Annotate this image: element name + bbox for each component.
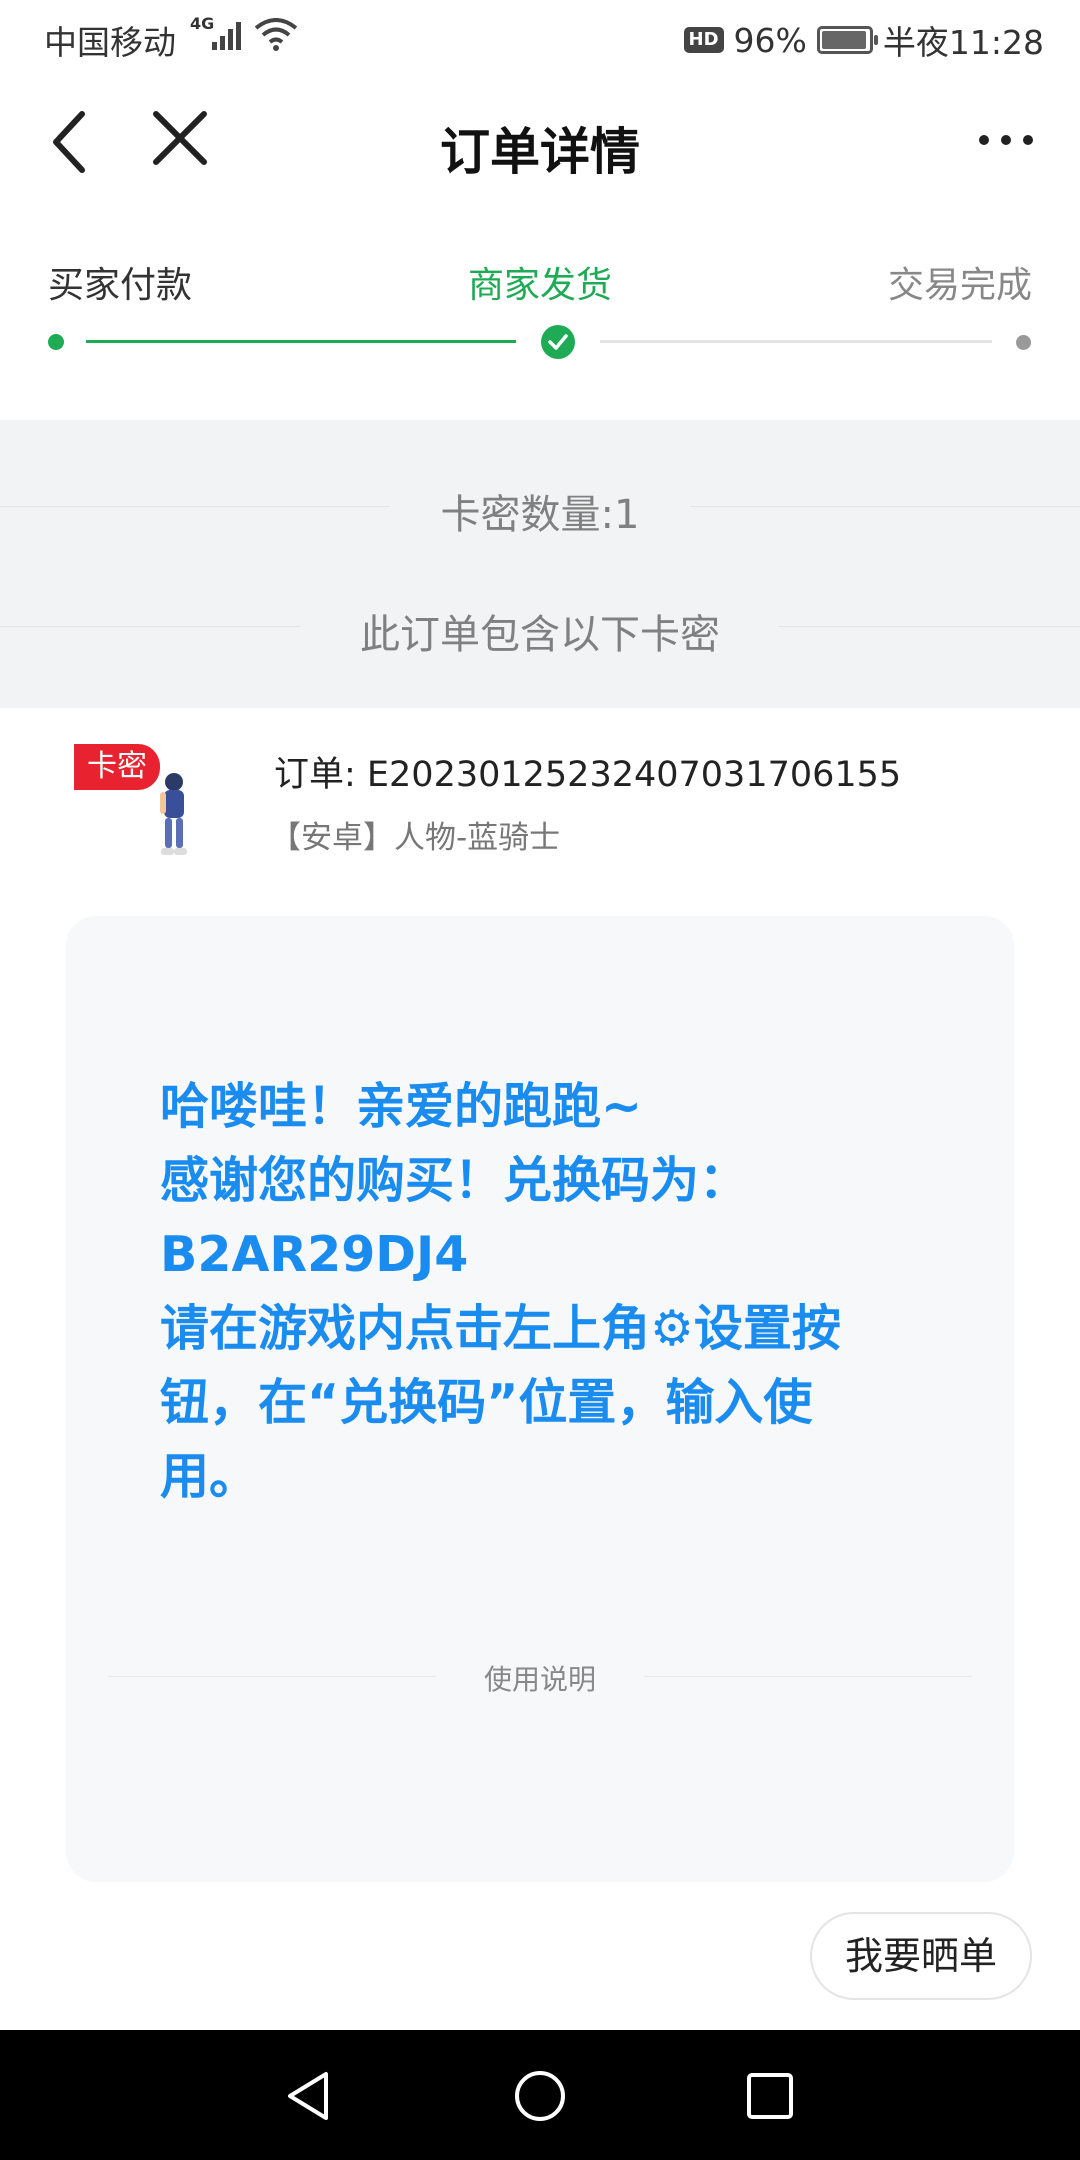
card-info-panel: 卡密数量:1 此订单包含以下卡密 xyxy=(0,420,1080,708)
progress-track-pending xyxy=(600,340,992,343)
step-dot-start xyxy=(48,334,64,350)
step-trade-complete: 交易完成 xyxy=(887,265,1032,306)
status-right: HD 96% 半夜11:28 xyxy=(683,16,1044,64)
card-count-label: 卡密数量:1 xyxy=(440,492,640,538)
contains-label: 此订单包含以下卡密 xyxy=(360,612,720,658)
check-icon xyxy=(541,325,575,359)
status-bar: 中国移动 4G HD 96% 半夜11:28 xyxy=(0,0,1080,72)
system-back-icon[interactable] xyxy=(280,2066,340,2126)
message-line: 感谢您的购买！兑换码为： xyxy=(160,1152,749,1209)
nav-bar: 订单详情 xyxy=(0,72,1080,212)
system-home-icon[interactable] xyxy=(510,2066,570,2126)
card-tag: 卡密 xyxy=(74,744,160,790)
product-name: 【安卓】人物-蓝骑士 xyxy=(270,820,561,856)
system-nav-bar xyxy=(0,2030,1080,2160)
page-title: 订单详情 xyxy=(440,123,640,181)
product-thumbnail[interactable]: 卡密 xyxy=(74,738,204,888)
message-line: 钮，在“兑换码”位置，输入使 xyxy=(160,1374,813,1431)
system-recents-icon[interactable] xyxy=(740,2066,800,2126)
battery-percent: 96% xyxy=(733,20,807,60)
contains-row: 此订单包含以下卡密 xyxy=(0,596,1080,658)
message-line: 请在游戏内点击左上角⚙设置按 xyxy=(160,1300,841,1357)
usage-divider: 使用说明 xyxy=(108,1646,972,1706)
redeem-code: B2AR29DJ4 xyxy=(160,1226,469,1283)
order-number: 订单: E20230125232407031706155 xyxy=(274,755,902,795)
character-figure-icon xyxy=(160,773,187,855)
clock: 半夜11:28 xyxy=(882,23,1044,62)
message-line: 用。 xyxy=(160,1448,259,1505)
usage-instructions-label: 使用说明 xyxy=(483,1663,596,1696)
redeem-code-box: 哈喽哇！亲爱的跑跑~ 感谢您的购买！兑换码为： B2AR29DJ4 请在游戏内点… xyxy=(66,916,1014,1882)
order-detail-page: 中国移动 4G HD 96% 半夜11:28 订单详情 买家付款 商家发货 交易… xyxy=(0,0,1080,2160)
redeem-message[interactable]: 哈喽哇！亲爱的跑跑~ 感谢您的购买！兑换码为： B2AR29DJ4 请在游戏内点… xyxy=(160,1070,980,1514)
signal-icon xyxy=(212,22,241,50)
card-count-row: 卡密数量:1 xyxy=(0,476,1080,538)
share-order-button[interactable]: 我要晒单 xyxy=(810,1912,1032,2000)
wifi-icon xyxy=(254,18,298,51)
progress-track-done xyxy=(86,340,516,343)
more-icon[interactable] xyxy=(976,130,1036,150)
message-line: 哈喽哇！亲爱的跑跑~ xyxy=(160,1078,643,1135)
battery-icon xyxy=(816,26,878,54)
order-section: 卡密 订单: E20230125232407031706155 【安卓】人物-蓝… xyxy=(0,708,1080,2030)
carrier-name: 中国移动 xyxy=(44,23,176,62)
order-progress: 买家付款 商家发货 交易完成 xyxy=(0,212,1080,420)
step-dot-end xyxy=(1016,335,1031,350)
hd-badge: HD xyxy=(683,27,724,53)
